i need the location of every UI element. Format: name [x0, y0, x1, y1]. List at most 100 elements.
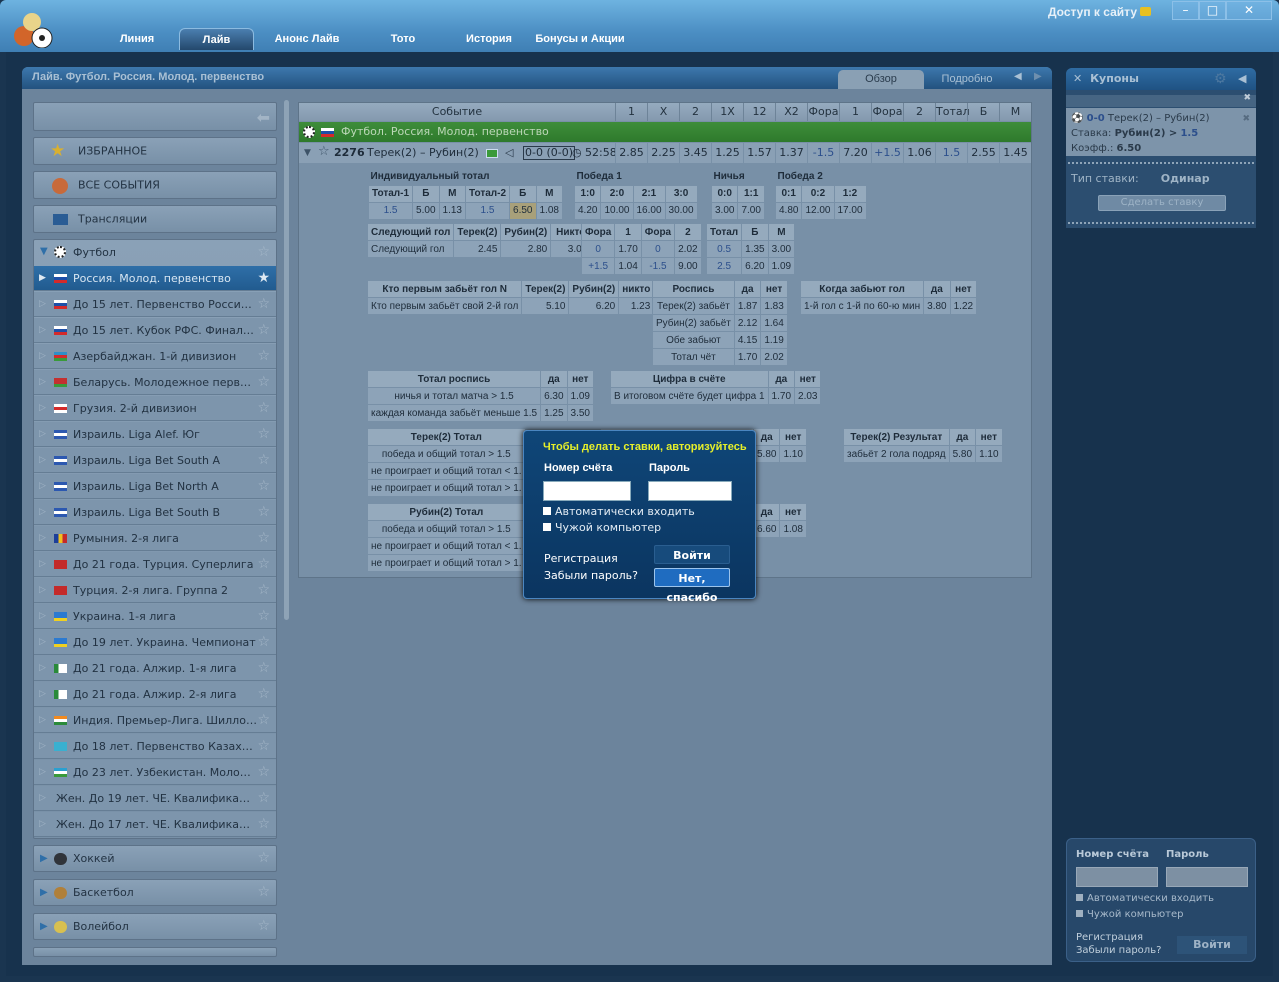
- column-header[interactable]: 1: [839, 103, 871, 121]
- chevron-right-icon[interactable]: ▷: [39, 351, 46, 361]
- odds-cell[interactable]: 4.80: [774, 201, 803, 220]
- chevron-right-icon[interactable]: ▷: [39, 299, 46, 309]
- odds-cell[interactable]: 1.06: [903, 143, 935, 163]
- sidebar-league-item[interactable]: ▷ Израиль. Liga Bet South B ☆: [34, 500, 276, 525]
- chevron-right-icon[interactable]: ▷: [39, 377, 46, 387]
- chevron-right-icon[interactable]: ▷: [39, 429, 46, 439]
- sidebar-sport-item[interactable]: ▶ Хоккей ☆: [33, 845, 277, 872]
- odds-cell[interactable]: 1.35: [741, 240, 769, 258]
- account-input[interactable]: [1076, 867, 1158, 887]
- star-outline-icon[interactable]: ☆: [318, 142, 330, 162]
- odds-cell[interactable]: 3.50: [566, 404, 595, 422]
- chevron-down-icon[interactable]: ▼: [40, 246, 48, 257]
- odds-cell[interactable]: 1.25: [711, 143, 743, 163]
- odds-cell[interactable]: 6.20: [741, 257, 769, 275]
- odds-cell[interactable]: 0: [640, 240, 676, 258]
- remove-bet-icon[interactable]: ✖: [1242, 112, 1250, 127]
- sidebar-league-item[interactable]: ▷ Украина. 1-я лига ☆: [34, 604, 276, 629]
- star-outline-icon[interactable]: ☆: [257, 816, 270, 832]
- odds-cell[interactable]: 1-й гол с 1-й по 60-ю мин: [799, 297, 925, 315]
- column-header[interactable]: Событие: [299, 103, 615, 121]
- chevron-right-icon[interactable]: ▷: [39, 325, 46, 335]
- chevron-right-icon[interactable]: ▶: [39, 273, 46, 283]
- close-button[interactable]: ✕: [1226, 1, 1272, 20]
- field-icon[interactable]: [486, 149, 498, 158]
- chevron-right-icon[interactable]: ▷: [39, 819, 46, 829]
- chevron-right-icon[interactable]: ▶: [40, 921, 48, 932]
- nav-tab[interactable]: Тото: [372, 28, 434, 50]
- register-link[interactable]: Регистрация: [544, 552, 618, 565]
- sidebar-league-item[interactable]: ▷ До 15 лет. Первенство России. П... ☆: [34, 292, 276, 317]
- odds-cell[interactable]: 3.00: [767, 240, 796, 258]
- column-header[interactable]: 12: [743, 103, 775, 121]
- tab-overview[interactable]: Обзор: [838, 70, 924, 89]
- back-arrow-icon[interactable]: ⬅: [257, 108, 270, 127]
- nav-tab[interactable]: Анонс Лайв: [268, 28, 346, 50]
- sidebar-league-item[interactable]: ▷ Румыния. 2-я лига ☆: [34, 526, 276, 551]
- league-row[interactable]: Футбол. Россия. Молод. первенство: [299, 122, 1031, 142]
- odds-cell[interactable]: +1.5: [580, 257, 616, 275]
- column-header[interactable]: Б: [967, 103, 999, 121]
- odds-cell[interactable]: -1.5: [640, 257, 676, 275]
- star-outline-icon[interactable]: ☆: [257, 374, 270, 390]
- sidebar-sport-item[interactable]: [33, 947, 277, 957]
- odds-cell[interactable]: 0: [580, 240, 616, 258]
- column-header[interactable]: X2: [775, 103, 807, 121]
- star-outline-icon[interactable]: ☆: [257, 686, 270, 702]
- odds-cell[interactable]: 5.10: [521, 297, 570, 315]
- foreign-pc-checkbox[interactable]: Чужой компьютер: [543, 521, 661, 534]
- tab-details[interactable]: Подробно: [928, 70, 1006, 89]
- odds-cell[interactable]: 2.55: [967, 143, 999, 163]
- maximize-button[interactable]: □: [1199, 1, 1226, 20]
- column-header[interactable]: Фора: [871, 103, 903, 121]
- odds-cell[interactable]: 4.20: [573, 201, 602, 220]
- no-thanks-button[interactable]: Нет, спасибо: [654, 568, 730, 604]
- star-outline-icon[interactable]: ☆: [257, 918, 270, 934]
- star-outline-icon[interactable]: ☆: [257, 790, 270, 806]
- chevron-right-icon[interactable]: ▷: [39, 767, 46, 777]
- odds-cell[interactable]: 1.5: [464, 201, 511, 220]
- nav-tab[interactable]: Линия: [108, 28, 166, 50]
- sidebar-sport-item[interactable]: ▶ Волейбол ☆: [33, 913, 277, 940]
- odds-cell[interactable]: 1.10: [779, 445, 807, 463]
- odds-cell[interactable]: 1.70: [767, 387, 796, 405]
- odds-cell[interactable]: 9.00: [674, 257, 702, 275]
- star-outline-icon[interactable]: ☆: [257, 764, 270, 780]
- odds-cell[interactable]: 5.80: [752, 445, 781, 463]
- sidebar-league-item[interactable]: ▷ Беларусь. Молодежное первен... ☆: [34, 370, 276, 395]
- account-input[interactable]: [543, 481, 631, 501]
- sidebar-favorites[interactable]: ★ ИЗБРАННОЕ: [33, 137, 277, 165]
- star-outline-icon[interactable]: ☆: [257, 426, 270, 442]
- star-outline-icon[interactable]: ☆: [257, 452, 270, 468]
- odds-cell[interactable]: +1.5: [871, 143, 903, 163]
- star-outline-icon[interactable]: ☆: [257, 244, 270, 260]
- sidebar-sport-item[interactable]: ▶ Баскетбол ☆: [33, 879, 277, 906]
- column-header[interactable]: X: [647, 103, 679, 121]
- odds-cell[interactable]: 2.80: [500, 240, 552, 258]
- star-outline-icon[interactable]: ☆: [257, 556, 270, 572]
- column-header[interactable]: 1X: [711, 103, 743, 121]
- odds-cell[interactable]: 1.83: [760, 297, 788, 315]
- back-arrow-icon[interactable]: ◀: [1238, 68, 1246, 90]
- nav-tab[interactable]: Лайв: [179, 28, 254, 50]
- star-outline-icon[interactable]: ☆: [257, 634, 270, 650]
- odds-cell[interactable]: 1.13: [438, 201, 466, 220]
- chevron-right-icon[interactable]: ▷: [39, 403, 46, 413]
- prev-arrow-icon[interactable]: ◀: [1014, 71, 1022, 82]
- odds-cell[interactable]: 1.5: [367, 201, 414, 220]
- sidebar-league-item[interactable]: ▶ Россия. Молод. первенство ★: [34, 266, 276, 291]
- star-filled-icon[interactable]: ★: [257, 270, 270, 286]
- odds-cell[interactable]: 1.09: [566, 387, 595, 405]
- sidebar-broadcasts[interactable]: Трансляции: [33, 205, 277, 233]
- star-outline-icon[interactable]: ☆: [257, 884, 270, 900]
- odds-cell[interactable]: 1.45: [999, 143, 1031, 163]
- odds-cell[interactable]: 2.03: [794, 387, 822, 405]
- sidebar-league-item[interactable]: ▷ Израиль. Liga Bet North A ☆: [34, 474, 276, 499]
- star-outline-icon[interactable]: ☆: [257, 530, 270, 546]
- odds-cell[interactable]: 3.45: [679, 143, 711, 163]
- odds-cell[interactable]: 1.23: [618, 297, 655, 315]
- star-outline-icon[interactable]: ☆: [257, 322, 270, 338]
- sidebar-league-item[interactable]: ▷ До 21 года. Алжир. 1-я лига ☆: [34, 656, 276, 681]
- chevron-right-icon[interactable]: ▷: [39, 585, 46, 595]
- forgot-password-link[interactable]: Забыли пароль?: [544, 569, 638, 582]
